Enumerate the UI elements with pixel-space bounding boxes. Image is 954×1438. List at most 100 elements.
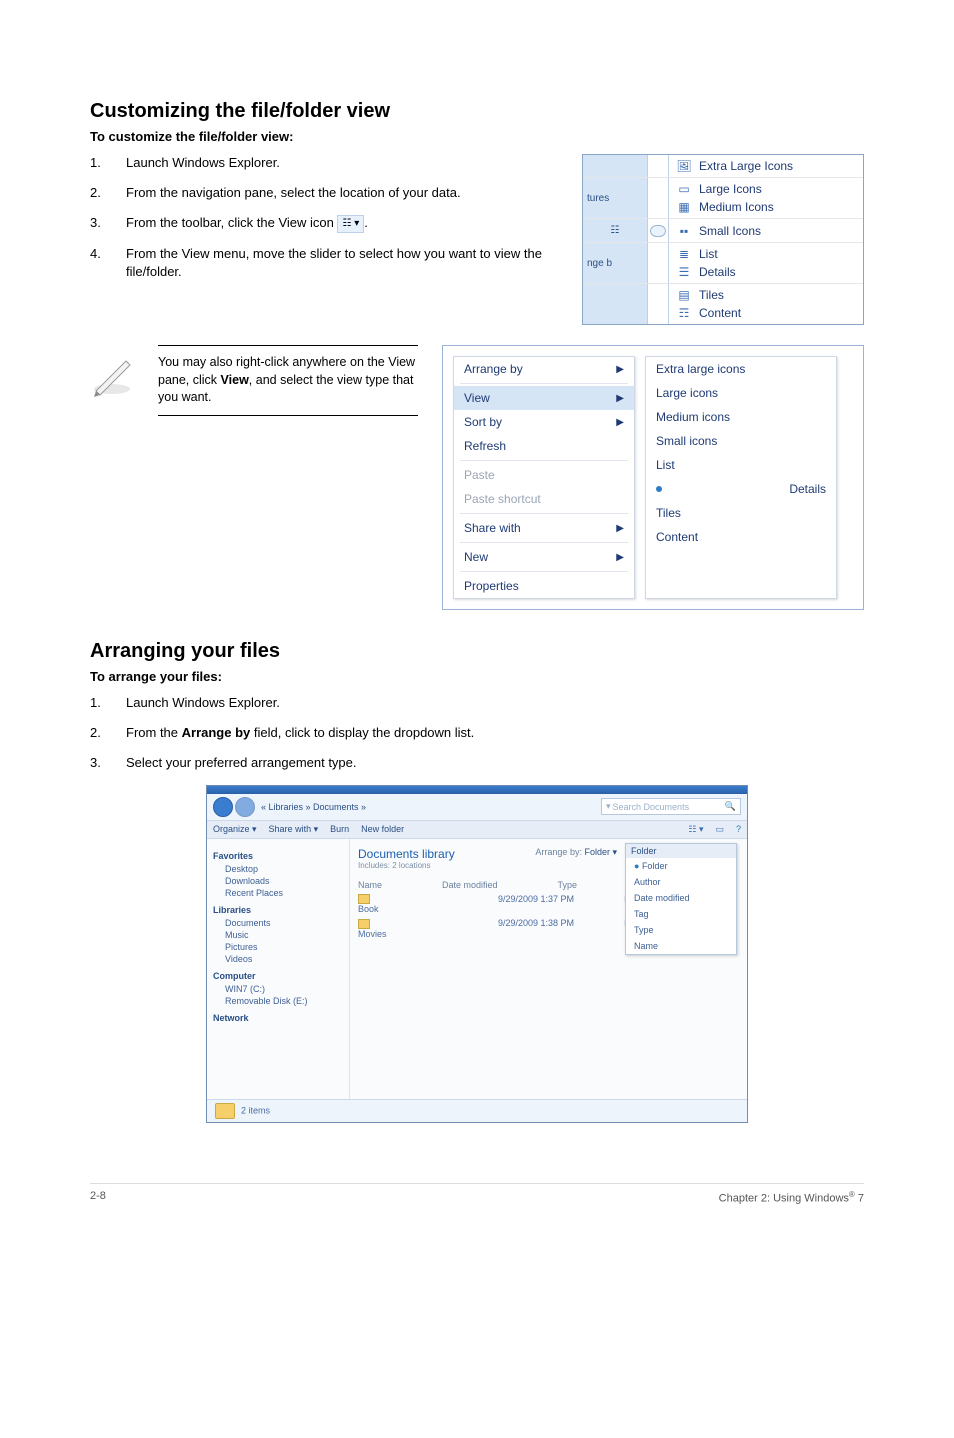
view-option-label: Medium Icons bbox=[699, 200, 774, 214]
view-option-small[interactable]: ▪▪Small Icons bbox=[669, 219, 863, 242]
view-option-tiles[interactable]: ▤Tiles bbox=[677, 288, 724, 302]
context-menu-primary: Arrange by▶ View▶ Sort by▶ Refresh Paste… bbox=[453, 356, 635, 599]
folder-icon bbox=[215, 1103, 235, 1119]
view-option-medium[interactable]: ▦Medium Icons bbox=[677, 200, 774, 214]
step-text-part: From the toolbar, click the View icon bbox=[126, 215, 334, 230]
ctx-item-view[interactable]: View▶ bbox=[454, 386, 634, 410]
step-number: 2. bbox=[90, 184, 126, 202]
toolbar-new-folder[interactable]: New folder bbox=[361, 824, 404, 834]
content-icon: ☶ bbox=[677, 306, 691, 320]
dropdown-option-folder[interactable]: Folder bbox=[626, 858, 736, 874]
ctx-label: View bbox=[464, 391, 490, 405]
ctx-item-share-with[interactable]: Share with▶ bbox=[454, 516, 634, 540]
sidebar-item-pictures[interactable]: Pictures bbox=[213, 941, 343, 953]
sidebar-item-documents[interactable]: Documents bbox=[213, 917, 343, 929]
step-number: 2. bbox=[90, 724, 126, 742]
steps-list-2: 1. Launch Windows Explorer. 2. From the … bbox=[90, 694, 864, 773]
figure-context-menu: Arrange by▶ View▶ Sort by▶ Refresh Paste… bbox=[442, 345, 864, 610]
extra-large-icons-icon: 🖼 bbox=[677, 159, 691, 173]
view-menu-left-label bbox=[583, 155, 648, 177]
view-option-content[interactable]: ☶Content bbox=[677, 306, 741, 320]
ctx-item-arrange-by[interactable]: Arrange by▶ bbox=[454, 357, 634, 381]
step-number: 1. bbox=[90, 154, 126, 172]
dropdown-option-date-modified[interactable]: Date modified bbox=[626, 890, 736, 906]
explorer-sidebar: Favorites Desktop Downloads Recent Place… bbox=[207, 839, 350, 1099]
ctx-sub-details[interactable]: Details bbox=[646, 477, 836, 501]
breadcrumb[interactable]: « Libraries » Documents » bbox=[261, 802, 366, 812]
sidebar-item-win7-c[interactable]: WIN7 (C:) bbox=[213, 983, 343, 995]
view-option-label: Small Icons bbox=[699, 224, 761, 238]
tiles-icon: ▤ bbox=[677, 288, 691, 302]
arrange-by-value[interactable]: Folder ▾ bbox=[584, 847, 617, 857]
view-menu-slider-track bbox=[648, 178, 669, 218]
toolbar-burn[interactable]: Burn bbox=[330, 824, 349, 834]
view-menu-slider-thumb[interactable] bbox=[648, 219, 669, 242]
folder-icon bbox=[358, 919, 370, 929]
ctx-sub-large[interactable]: Large icons bbox=[646, 381, 836, 405]
sidebar-item-downloads[interactable]: Downloads bbox=[213, 875, 343, 887]
explorer-statusbar: 2 items bbox=[207, 1099, 747, 1122]
arrange-by-dropdown: Folder Folder Author Date modified Tag T… bbox=[625, 843, 737, 955]
search-input[interactable]: ▾Search Documents🔍 bbox=[601, 798, 741, 815]
chapter-title: Chapter 2: Using Windows® 7 bbox=[719, 1190, 864, 1205]
ctx-item-sort-by[interactable]: Sort by▶ bbox=[454, 410, 634, 434]
sidebar-item-removable-disk[interactable]: Removable Disk (E:) bbox=[213, 995, 343, 1007]
sidebar-item-videos[interactable]: Videos bbox=[213, 953, 343, 965]
file-name: Book bbox=[358, 904, 379, 914]
ctx-separator bbox=[460, 383, 628, 384]
large-icons-icon: ▭ bbox=[677, 182, 691, 196]
step-text: Select your preferred arrangement type. bbox=[126, 754, 864, 772]
view-menu-slider-track bbox=[648, 155, 669, 177]
forward-button-icon[interactable] bbox=[235, 797, 255, 817]
note-bold: View bbox=[221, 373, 249, 387]
header-date[interactable]: Date modified bbox=[442, 880, 498, 890]
view-option-list[interactable]: ≣List bbox=[677, 247, 718, 261]
ctx-label: Properties bbox=[464, 579, 519, 593]
dropdown-option-author[interactable]: Author bbox=[626, 874, 736, 890]
header-name[interactable]: Name bbox=[358, 880, 382, 890]
sidebar-item-music[interactable]: Music bbox=[213, 929, 343, 941]
ctx-label: Large icons bbox=[656, 386, 718, 400]
view-chooser-icon[interactable]: ☷ ▾ bbox=[688, 824, 703, 835]
footer-text: Chapter 2: Using Windows bbox=[719, 1192, 849, 1204]
back-button-icon[interactable] bbox=[213, 797, 233, 817]
ctx-sub-medium[interactable]: Medium icons bbox=[646, 405, 836, 429]
page-footer: 2-8 Chapter 2: Using Windows® 7 bbox=[90, 1183, 864, 1205]
file-name: Movies bbox=[358, 929, 387, 939]
subheading-arrange: To arrange your files: bbox=[90, 669, 864, 684]
arrange-by-label: Arrange by: bbox=[535, 847, 582, 857]
sidebar-item-desktop[interactable]: Desktop bbox=[213, 863, 343, 875]
ctx-sub-small[interactable]: Small icons bbox=[646, 429, 836, 453]
toolbar-organize[interactable]: Organize ▾ bbox=[213, 824, 257, 835]
sidebar-group-favorites: Favorites bbox=[213, 851, 343, 861]
details-icon: ☰ bbox=[677, 265, 691, 279]
ctx-sub-extra-large[interactable]: Extra large icons bbox=[646, 357, 836, 381]
view-option-label: List bbox=[699, 247, 718, 261]
ctx-sub-list[interactable]: List bbox=[646, 453, 836, 477]
view-option-details[interactable]: ☰Details bbox=[677, 265, 736, 279]
view-option-large[interactable]: ▭Large Icons bbox=[677, 182, 762, 196]
ctx-sub-content[interactable]: Content bbox=[646, 525, 836, 549]
page-number: 2-8 bbox=[90, 1190, 106, 1205]
dropdown-option-tag[interactable]: Tag bbox=[626, 906, 736, 922]
ctx-label: Share with bbox=[464, 521, 521, 535]
ctx-item-new[interactable]: New▶ bbox=[454, 545, 634, 569]
header-type[interactable]: Type bbox=[558, 880, 578, 890]
ctx-item-properties[interactable]: Properties bbox=[454, 574, 634, 598]
search-icon: 🔍 bbox=[725, 801, 736, 812]
dropdown-option-type[interactable]: Type bbox=[626, 922, 736, 938]
ctx-label: New bbox=[464, 550, 488, 564]
preview-pane-icon[interactable]: ▭ bbox=[715, 824, 724, 835]
toolbar-share[interactable]: Share with ▾ bbox=[269, 824, 319, 835]
ctx-label: Details bbox=[789, 482, 826, 496]
sidebar-group-libraries: Libraries bbox=[213, 905, 343, 915]
ctx-sub-tiles[interactable]: Tiles bbox=[646, 501, 836, 525]
view-menu-slider-track bbox=[648, 243, 669, 283]
step-number: 4. bbox=[90, 245, 126, 281]
dropdown-option-name[interactable]: Name bbox=[626, 938, 736, 954]
ctx-item-refresh[interactable]: Refresh bbox=[454, 434, 634, 458]
step-text: From the navigation pane, select the loc… bbox=[126, 184, 568, 202]
help-icon[interactable]: ? bbox=[736, 824, 741, 834]
sidebar-item-recent-places[interactable]: Recent Places bbox=[213, 887, 343, 899]
view-option-extra-large[interactable]: 🖼Extra Large Icons bbox=[669, 155, 863, 177]
